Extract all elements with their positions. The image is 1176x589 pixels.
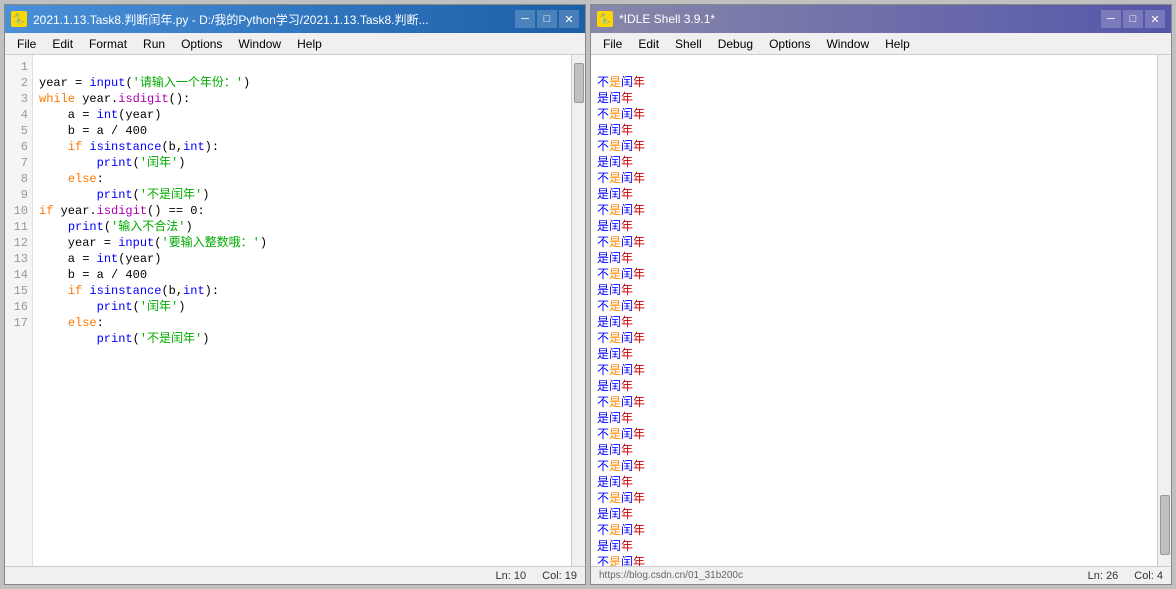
shell-menu-shell[interactable]: Shell xyxy=(667,35,710,53)
editor-titlebar: 🐍 2021.1.13.Task8.判断闰年.py - D:/我的Python学… xyxy=(5,5,585,33)
shell-scrollbar-thumb[interactable] xyxy=(1160,495,1170,555)
menu-options[interactable]: Options xyxy=(173,35,230,53)
menu-file[interactable]: File xyxy=(9,35,44,53)
shell-maximize-button[interactable]: □ xyxy=(1123,10,1143,28)
editor-status-col: Col: 19 xyxy=(542,570,577,582)
editor-status-ln: Ln: 10 xyxy=(496,570,527,582)
code-editor[interactable]: year = input('请输入一个年份：') while year.isdi… xyxy=(33,55,571,566)
shell-title: *IDLE Shell 3.9.1* xyxy=(619,12,715,26)
shell-titlebar: 🐍 *IDLE Shell 3.9.1* ─ □ ✕ xyxy=(591,5,1171,33)
shell-window: 🐍 *IDLE Shell 3.9.1* ─ □ ✕ File Edit She… xyxy=(590,4,1172,585)
minimize-button[interactable]: ─ xyxy=(515,10,535,28)
editor-scrollbar[interactable] xyxy=(571,55,585,566)
editor-window-controls: ─ □ ✕ xyxy=(515,10,579,28)
shell-menu-debug[interactable]: Debug xyxy=(710,35,761,53)
shell-status-ln: Ln: 26 xyxy=(1088,570,1119,582)
shell-content: 不是闰年 是闰年 不是闰年 是闰年 不是闰年 是闰年 不是闰年 是闰年 不是闰年… xyxy=(591,55,1171,566)
shell-menubar: File Edit Shell Debug Options Window Hel… xyxy=(591,33,1171,55)
editor-titlebar-left: 🐍 2021.1.13.Task8.判断闰年.py - D:/我的Python学… xyxy=(11,11,429,28)
shell-titlebar-left: 🐍 *IDLE Shell 3.9.1* xyxy=(597,11,715,27)
scrollbar-thumb[interactable] xyxy=(574,63,584,103)
editor-icon: 🐍 xyxy=(11,11,27,27)
menu-window[interactable]: Window xyxy=(230,35,289,53)
shell-menu-edit[interactable]: Edit xyxy=(630,35,667,53)
menu-format[interactable]: Format xyxy=(81,35,135,53)
editor-area[interactable]: 12345 678910 1112131415 1617 year = inpu… xyxy=(5,55,585,566)
shell-scrollbar[interactable] xyxy=(1157,55,1171,566)
editor-menubar: File Edit Format Run Options Window Help xyxy=(5,33,585,55)
shell-output[interactable]: 不是闰年 是闰年 不是闰年 是闰年 不是闰年 是闰年 不是闰年 是闰年 不是闰年… xyxy=(591,55,1157,566)
menu-run[interactable]: Run xyxy=(135,35,173,53)
shell-minimize-button[interactable]: ─ xyxy=(1101,10,1121,28)
menu-help[interactable]: Help xyxy=(289,35,330,53)
shell-menu-window[interactable]: Window xyxy=(818,35,877,53)
menu-edit[interactable]: Edit xyxy=(44,35,81,53)
editor-title: 2021.1.13.Task8.判断闰年.py - D:/我的Python学习/… xyxy=(33,11,429,28)
shell-statusbar: https://blog.csdn.cn/01_31b200c Ln: 26 C… xyxy=(591,566,1171,584)
shell-status-url: https://blog.csdn.cn/01_31b200c xyxy=(599,570,743,581)
editor-window: 🐍 2021.1.13.Task8.判断闰年.py - D:/我的Python学… xyxy=(4,4,586,585)
shell-menu-file[interactable]: File xyxy=(595,35,630,53)
line-numbers: 12345 678910 1112131415 1617 xyxy=(5,55,33,566)
close-button[interactable]: ✕ xyxy=(559,10,579,28)
shell-menu-help[interactable]: Help xyxy=(877,35,918,53)
shell-window-controls: ─ □ ✕ xyxy=(1101,10,1165,28)
shell-status-col: Col: 4 xyxy=(1134,570,1163,582)
shell-close-button[interactable]: ✕ xyxy=(1145,10,1165,28)
editor-statusbar: Ln: 10 Col: 19 xyxy=(5,566,585,584)
shell-icon: 🐍 xyxy=(597,11,613,27)
shell-menu-options[interactable]: Options xyxy=(761,35,818,53)
maximize-button[interactable]: □ xyxy=(537,10,557,28)
